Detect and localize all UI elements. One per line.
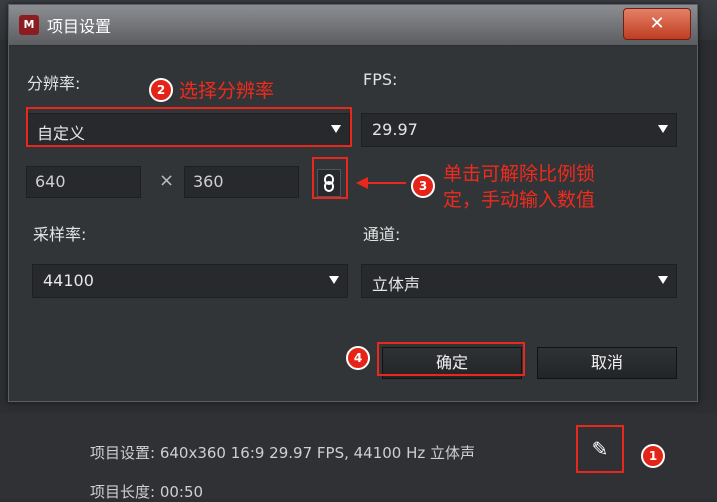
step-3-text-line1: 单击可解除比例锁 [443, 163, 596, 185]
close-button[interactable]: ✕ [623, 8, 691, 40]
project-settings-summary: 项目设置: 640x360 16:9 29.97 FPS, 44100 Hz 立… [90, 444, 476, 462]
step-1-badge: 1 [641, 444, 665, 468]
annotation-box-ok [377, 342, 525, 376]
samplerate-value: 44100 [43, 271, 94, 290]
step-2-badge: 2 [149, 78, 173, 102]
channel-select[interactable]: 立体声 [361, 264, 677, 298]
height-input[interactable]: 360 [184, 166, 299, 198]
annotation-box-lock [312, 157, 348, 199]
dialog-title: 项目设置 [47, 17, 112, 36]
width-input[interactable]: 640 [26, 166, 141, 198]
cancel-button[interactable]: 取消 [537, 347, 677, 379]
width-value: 640 [35, 172, 66, 191]
chevron-down-icon [658, 276, 668, 284]
app-icon: M [19, 15, 39, 35]
step-3-text-line2: 定，手动输入数值 [443, 189, 596, 211]
step-4-badge: 4 [346, 346, 370, 370]
channel-label: 通道: [363, 225, 401, 244]
fps-label: FPS: [363, 70, 398, 89]
samplerate-label: 采样率: [33, 225, 87, 244]
step-2-text: 选择分辨率 [179, 80, 275, 102]
times-sign: × [159, 170, 175, 191]
dialog-titlebar[interactable]: M 项目设置 ✕ [9, 5, 697, 46]
chevron-down-icon [329, 276, 339, 284]
step-3-badge: 3 [411, 174, 435, 198]
fps-value: 29.97 [372, 120, 418, 139]
annotation-box-resolution [26, 107, 352, 147]
edit-settings-button[interactable]: ✎ [583, 432, 617, 466]
pencil-icon: ✎ [591, 437, 609, 461]
channel-value: 立体声 [372, 275, 421, 294]
chevron-down-icon [658, 125, 668, 133]
height-value: 360 [193, 172, 224, 191]
samplerate-select[interactable]: 44100 [32, 264, 348, 298]
fps-select[interactable]: 29.97 [361, 113, 677, 147]
resolution-label: 分辨率: [27, 74, 81, 93]
annotation-arrow-icon [356, 177, 406, 189]
